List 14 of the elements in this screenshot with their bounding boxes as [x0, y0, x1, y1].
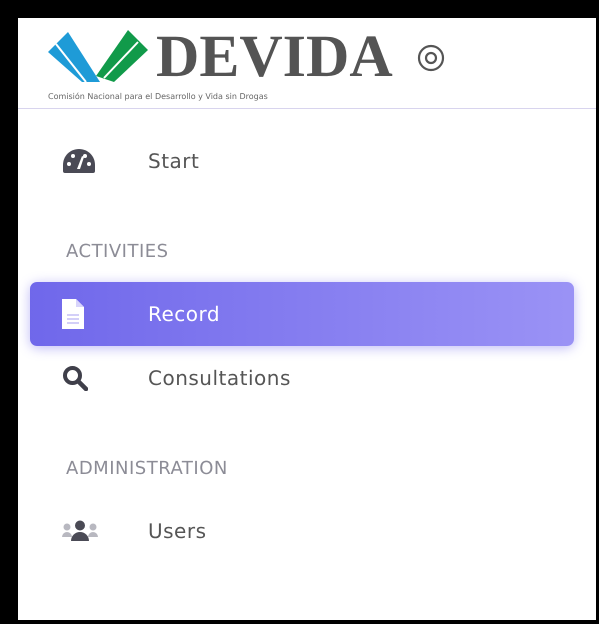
nav-item[interactable]: Start: [30, 129, 574, 193]
document-icon: [62, 299, 84, 329]
section-heading: ADMINISTRATION: [65, 457, 229, 481]
target-icon[interactable]: [416, 44, 445, 72]
logo-subtitle: Comisión Nacional para el Desarrollo y Vida sin Drogas: [48, 92, 269, 101]
nav-item[interactable]: Users: [30, 499, 574, 563]
nav-item[interactable]: Consultations: [30, 346, 574, 410]
section-heading: ACTIVITIES: [65, 240, 170, 264]
gauge-icon: [62, 147, 96, 175]
search-icon: [62, 365, 88, 391]
logo-title: DEVIDA: [156, 26, 393, 86]
users-icon: [62, 520, 98, 542]
logo-icon: [48, 30, 148, 82]
nav-item[interactable]: Record: [30, 282, 574, 346]
